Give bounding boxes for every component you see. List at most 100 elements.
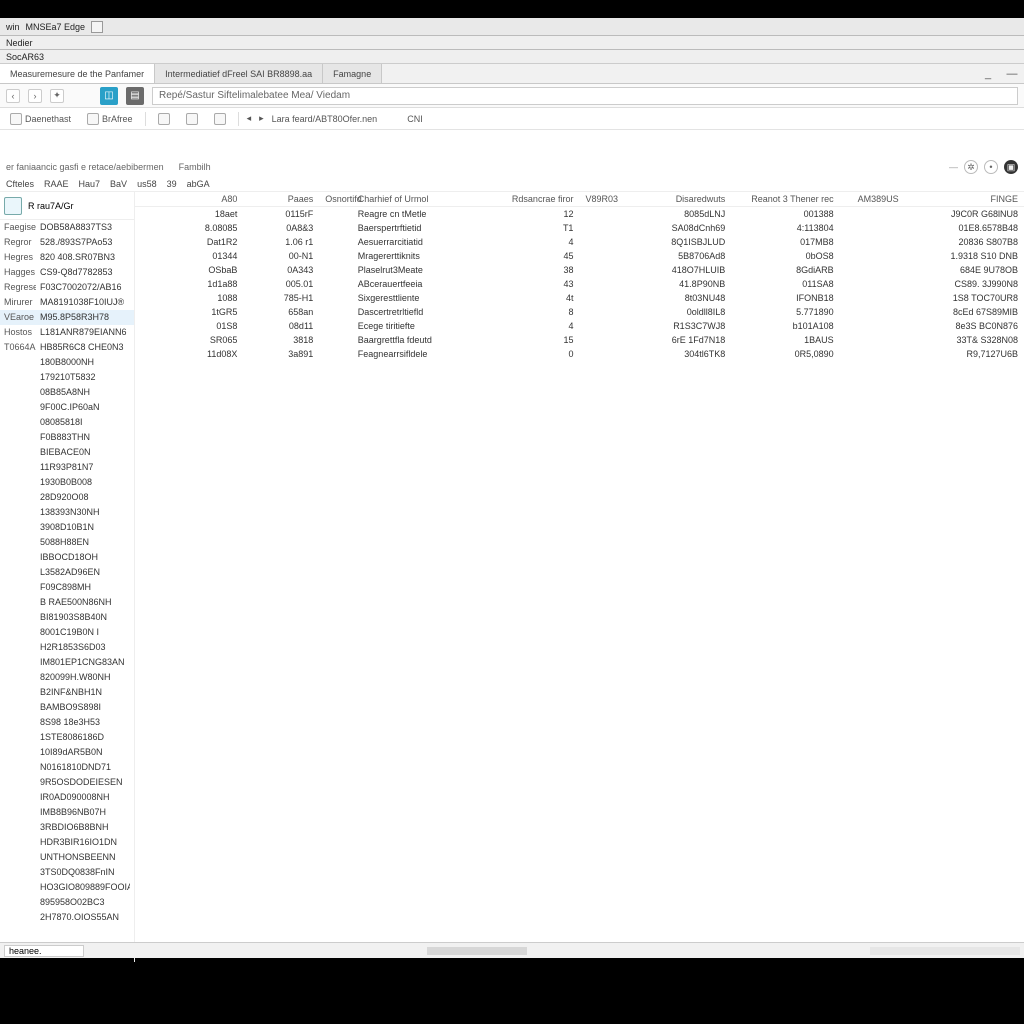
tool-a-button[interactable] xyxy=(154,112,174,126)
col-1[interactable]: Paaes xyxy=(243,192,319,207)
toolbar-tag[interactable]: CNI xyxy=(407,114,423,124)
app-cube-icon[interactable]: ◫ xyxy=(100,87,118,105)
table-row[interactable]: SR0653818Baargrettfla fdeutd156rE 1Fd7N1… xyxy=(135,333,1024,347)
col-3[interactable]: Charhief of Urmol xyxy=(352,192,482,207)
sidebar-item[interactable]: VEaroeM95.8P58R3H78 xyxy=(0,310,134,325)
table-row[interactable]: 18aet0115rFReagre cn tMetle128085dLNJ001… xyxy=(135,207,1024,222)
sidebar-item[interactable]: 3TS0DQ0838FnIN xyxy=(0,865,134,880)
sidebar-item[interactable]: 8001C19B0N I xyxy=(0,625,134,640)
sidebar-item[interactable]: B2INF&NBH1N xyxy=(0,685,134,700)
back-icon[interactable]: ‹ xyxy=(6,89,20,103)
filter-1[interactable]: RAAE xyxy=(44,179,69,189)
sidebar-item[interactable]: F09C898MH xyxy=(0,580,134,595)
sidebar-item[interactable]: 08B85A8NH xyxy=(0,385,134,400)
sidebar-item[interactable]: Regror528./893S7PAo53 xyxy=(0,235,134,250)
expand-icon[interactable]: ▣ xyxy=(1004,160,1018,174)
sidebar-item[interactable]: 10I89dAR5B0N xyxy=(0,745,134,760)
titlebar-box-icon[interactable] xyxy=(91,21,103,33)
sidebar-item[interactable]: HostosL181ANR879EIANN6 xyxy=(0,325,134,340)
sidebar-item[interactable]: 3908D10B1N xyxy=(0,520,134,535)
filter-3[interactable]: BaV xyxy=(110,179,127,189)
sidebar-item[interactable]: B RAE500N86NH xyxy=(0,595,134,610)
sidebar-item[interactable]: 895958O02BC3 xyxy=(0,895,134,910)
sidebar-item[interactable]: 820099H.W80NH xyxy=(0,670,134,685)
forward-icon[interactable]: › xyxy=(28,89,42,103)
step-back-icon[interactable]: ◂ xyxy=(247,113,252,124)
table-row[interactable]: 1tGR5658anDascertretrltiefld80oldll8IL85… xyxy=(135,305,1024,319)
sidebar-item[interactable]: HaggesCS9-Q8d7782853 xyxy=(0,265,134,280)
sidebar-item[interactable]: FaegiseDOB58A8837TS3 xyxy=(0,220,134,235)
refresh-button[interactable]: Daenethast xyxy=(6,112,75,126)
col-6[interactable]: Disaredwuts xyxy=(623,192,731,207)
filter-6[interactable]: abGA xyxy=(187,179,210,189)
settings-icon[interactable]: ✲ xyxy=(964,160,978,174)
sidebar-item[interactable]: IBBOCD18OH xyxy=(0,550,134,565)
brand-button[interactable]: BrAfree xyxy=(83,112,137,126)
filter-0[interactable]: Cfteles xyxy=(6,179,34,189)
table-row[interactable]: 1d1a88005.01ABcerauertfeeia4341.8P90NB01… xyxy=(135,277,1024,291)
sidebar-item[interactable]: 08085818I xyxy=(0,415,134,430)
filter-5[interactable]: 39 xyxy=(167,179,177,189)
status-input[interactable] xyxy=(4,945,84,957)
table-row[interactable]: 01S808d11Ecege tiritiefte4R1S3C7WJ8b101A… xyxy=(135,319,1024,333)
sidebar-item[interactable]: 9F00C.IP60aN xyxy=(0,400,134,415)
app-book-icon[interactable]: ▤ xyxy=(126,87,144,105)
tab-2[interactable]: Famagne xyxy=(323,64,382,83)
table-row[interactable]: Dat1R21.06 r1Aesuerrarcitiatid48Q1ISBJLU… xyxy=(135,235,1024,249)
sidebar-item[interactable]: 138393N30NH xyxy=(0,505,134,520)
sidebar-item[interactable]: HDR3BIR16IO1DN xyxy=(0,835,134,850)
sidebar-item[interactable]: 9R5OSDODEIESEN xyxy=(0,775,134,790)
tool-b-button[interactable] xyxy=(182,112,202,126)
sidebar-item[interactable]: IR0AD090008NH xyxy=(0,790,134,805)
sidebar-item[interactable]: T0664A6HB85R6C8 CHE0N3 xyxy=(0,340,134,355)
col-0[interactable]: A80 xyxy=(135,192,243,207)
sidebar-item[interactable]: 2H7870.OIOS55AN xyxy=(0,910,134,925)
step-fwd-icon[interactable]: ▸ xyxy=(259,113,264,124)
sidebar-item[interactable]: 5088H88EN xyxy=(0,535,134,550)
table-row[interactable]: 11d08X3a891Feagnearrsifldele0304tl6TK80R… xyxy=(135,347,1024,361)
app-menu-label[interactable]: win xyxy=(6,22,20,32)
col-5[interactable]: V89R03 xyxy=(579,192,622,207)
sidebar-item[interactable]: MirurerMA8191038F10IUJ® xyxy=(0,295,134,310)
col-2[interactable]: Osnortifd xyxy=(319,192,352,207)
sidebar-item[interactable]: IMB8B96NB07H xyxy=(0,805,134,820)
col-7[interactable]: Reanot 3 Thener rec xyxy=(731,192,839,207)
sidebar-item[interactable]: F0B883THN xyxy=(0,430,134,445)
sidebar-item[interactable]: 179210T5832 xyxy=(0,370,134,385)
col-8[interactable]: AM389US xyxy=(840,192,905,207)
tool-c-button[interactable] xyxy=(210,112,230,126)
filter-2[interactable]: Hau7 xyxy=(79,179,101,189)
col-9[interactable]: FINGE xyxy=(905,192,1024,207)
sidebar-item[interactable]: 1STE8086186D xyxy=(0,730,134,745)
sidebar-item[interactable]: BAMBO9S898I xyxy=(0,700,134,715)
sidebar-item[interactable]: L3582AD96EN xyxy=(0,565,134,580)
sidebar-item[interactable]: 3RBDIO6B8BNH xyxy=(0,820,134,835)
tab-1[interactable]: Intermediatief dFreel SAI BR8898.aa xyxy=(155,64,323,83)
sidebar-item[interactable]: RegreserF03C7002072/AB16 xyxy=(0,280,134,295)
sidebar-item[interactable]: HO3GIO809889FOOIA xyxy=(0,880,134,895)
col-4[interactable]: Rdsancrae firor xyxy=(482,192,580,207)
extension-icon[interactable]: ✦ xyxy=(50,89,64,103)
address-bar[interactable]: Repé/Sastur Siftelimalebatee Mea/ Viedam xyxy=(152,87,1018,105)
sidebar-header[interactable]: R rau7A/Gr xyxy=(0,192,134,220)
sidebar-item[interactable]: H2R1853S6D03 xyxy=(0,640,134,655)
collapse-icon[interactable]: — xyxy=(949,162,958,172)
breadcrumb[interactable]: Lara feard/ABT80Ofer.nen xyxy=(272,114,378,124)
table-row[interactable]: OSbaB0A343Plaselrut3Meate38418O7HLUIB8Gd… xyxy=(135,263,1024,277)
tab-0[interactable]: Measuremesure de the Panfamer xyxy=(0,64,155,83)
sidebar-item[interactable]: Hegres820 408.SR07BN3 xyxy=(0,250,134,265)
maximize-icon[interactable]: — xyxy=(1000,64,1024,83)
sidebar-item[interactable]: N0161810DND71 xyxy=(0,760,134,775)
sidebar-item[interactable]: 11R93P81N7 xyxy=(0,460,134,475)
sidebar-item[interactable]: 180B8000NH xyxy=(0,355,134,370)
sidebar-item[interactable]: BI81903S8B40N xyxy=(0,610,134,625)
sidebar-item[interactable]: BIEBACE0N xyxy=(0,445,134,460)
sidebar-item[interactable]: IM801EP1CNG83AN xyxy=(0,655,134,670)
minimize-icon[interactable]: _ xyxy=(976,64,1000,83)
sidebar-item[interactable]: 8S98 18e3H53 xyxy=(0,715,134,730)
table-row[interactable]: 1088785-H1Sixgeresttliente4t8t03NU48IFON… xyxy=(135,291,1024,305)
filter-4[interactable]: us58 xyxy=(137,179,157,189)
sidebar-item[interactable]: 28D920O08 xyxy=(0,490,134,505)
sidebar-item[interactable]: 1930B0B008 xyxy=(0,475,134,490)
table-row[interactable]: 8.080850A8&3BaerspertrftietidT1SA08dCnh6… xyxy=(135,221,1024,235)
